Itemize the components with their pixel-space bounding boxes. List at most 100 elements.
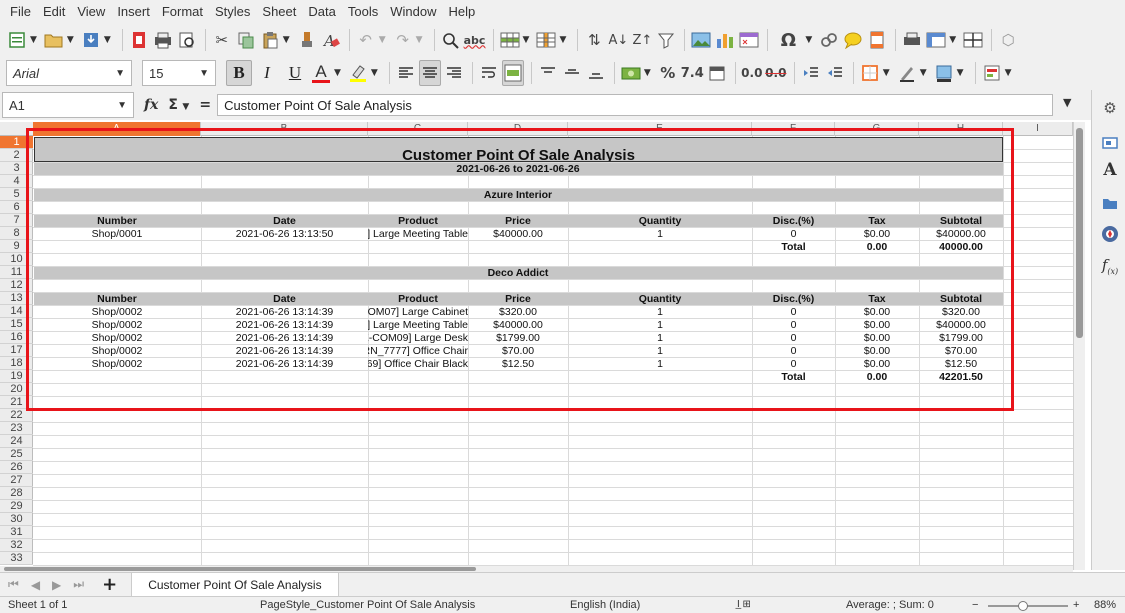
add-decimal-place-button[interactable]: 0.0 — [741, 60, 763, 86]
table-cell[interactable]: 2021-06-26 13:13:50 — [201, 228, 368, 241]
hyperlink-icon[interactable] — [818, 27, 840, 53]
row-header-4[interactable]: 4 — [0, 175, 33, 188]
align-right-icon[interactable] — [443, 60, 465, 86]
print-icon[interactable] — [152, 27, 174, 53]
functions-icon[interactable]: f(x) — [1100, 256, 1120, 276]
gallery-icon[interactable] — [1100, 193, 1120, 213]
autofilter-icon[interactable] — [655, 27, 677, 53]
column-label-subtotal[interactable]: Subtotal — [919, 293, 1003, 306]
clone-formatting-icon[interactable] — [296, 27, 318, 53]
row-header-11[interactable]: 11 — [0, 266, 33, 279]
paste-dropdown-icon[interactable]: ▼ — [283, 35, 290, 45]
freeze-rows-columns-icon[interactable] — [925, 27, 947, 53]
table-cell[interactable]: $0.00 — [835, 306, 919, 319]
row-header-14[interactable]: 14 — [0, 305, 33, 318]
border-style-dropdown-icon[interactable]: ▼ — [920, 68, 927, 78]
column-header-g[interactable]: G — [835, 122, 919, 136]
name-box[interactable]: A1 ▼ — [2, 92, 134, 118]
date-format-icon[interactable] — [706, 60, 728, 86]
merge-center-icon[interactable] — [501, 60, 524, 86]
font-color-icon[interactable]: A — [310, 60, 332, 86]
row-header-32[interactable]: 32 — [0, 539, 33, 552]
headers-footers-icon[interactable] — [866, 27, 888, 53]
show-draw-functions-icon[interactable]: ⬡ — [997, 27, 1019, 53]
table-cell[interactable]: $0.00 — [835, 228, 919, 241]
column-header-f[interactable]: F — [752, 122, 835, 136]
underline-button[interactable]: U — [282, 60, 308, 86]
styles-icon[interactable]: A — [1100, 160, 1120, 180]
new-document-icon[interactable] — [6, 27, 28, 53]
column-header-b[interactable]: B — [201, 122, 368, 136]
table-cell[interactable]: [FURN_6741] Large Meeting Table — [368, 228, 468, 241]
total-label[interactable]: Total — [752, 371, 835, 384]
menu-sheet[interactable]: Sheet — [256, 0, 302, 24]
table-cell[interactable]: 1 — [568, 319, 752, 332]
special-character-icon[interactable]: Ω — [773, 27, 803, 53]
page-icon[interactable] — [1100, 133, 1120, 153]
table-cell[interactable]: 2021-06-26 13:14:39 — [201, 358, 368, 371]
expand-formula-icon[interactable]: ▼ — [1063, 96, 1071, 109]
column-label-disc[interactable]: Disc.(%) — [752, 215, 835, 228]
table-cell[interactable]: 2021-06-26 13:14:39 — [201, 319, 368, 332]
formula-equals-icon[interactable]: = — [199, 97, 211, 113]
table-cell[interactable]: $0.00 — [835, 345, 919, 358]
table-cell[interactable]: $0.00 — [835, 332, 919, 345]
menu-tools[interactable]: Tools — [342, 0, 384, 24]
sort-descending-icon[interactable]: Z↑ — [631, 27, 653, 53]
table-cell[interactable]: $1799.00 — [919, 332, 1003, 345]
font-color-dropdown-icon[interactable]: ▼ — [334, 68, 341, 78]
column-label-quantity[interactable]: Quantity — [568, 293, 752, 306]
menu-edit[interactable]: Edit — [37, 0, 71, 24]
row-header-7[interactable]: 7 — [0, 214, 33, 227]
zoom-out-icon[interactable]: − — [972, 599, 978, 611]
conditional-format-dropdown-icon[interactable]: ▼ — [1005, 68, 1012, 78]
table-cell[interactable]: $40000.00 — [468, 228, 568, 241]
row-header-6[interactable]: 6 — [0, 201, 33, 214]
row-header-18[interactable]: 18 — [0, 357, 33, 370]
table-cell[interactable]: Shop/0002 — [33, 358, 201, 371]
column-label-tax[interactable]: Tax — [835, 293, 919, 306]
column-label-product[interactable]: Product — [368, 293, 468, 306]
table-cell[interactable]: Shop/0002 — [33, 345, 201, 358]
align-left-icon[interactable] — [395, 60, 417, 86]
redo-dropdown-icon[interactable]: ▼ — [416, 35, 423, 45]
export-pdf-icon[interactable] — [128, 27, 150, 53]
table-cell[interactable]: $12.50 — [468, 358, 568, 371]
total-label[interactable]: Total — [752, 241, 835, 254]
save-dropdown-icon[interactable]: ▼ — [104, 35, 111, 45]
column-label-product[interactable]: Product — [368, 215, 468, 228]
column-label-date[interactable]: Date — [201, 293, 368, 306]
row-header-19[interactable]: 19 — [0, 370, 33, 383]
horizontal-scroll-thumb[interactable] — [4, 567, 476, 571]
border-color-icon[interactable] — [933, 60, 955, 86]
row-header-17[interactable]: 17 — [0, 344, 33, 357]
row-header-29[interactable]: 29 — [0, 500, 33, 513]
table-cell[interactable]: $40000.00 — [468, 319, 568, 332]
row-header-8[interactable]: 8 — [0, 227, 33, 240]
menu-data[interactable]: Data — [302, 0, 341, 24]
row-header-24[interactable]: 24 — [0, 435, 33, 448]
table-cell[interactable]: 1 — [568, 228, 752, 241]
comment-icon[interactable] — [842, 27, 864, 53]
table-cell[interactable]: 0 — [752, 332, 835, 345]
table-cell[interactable]: 0 — [752, 345, 835, 358]
save-icon[interactable] — [80, 27, 102, 53]
open-dropdown-icon[interactable]: ▼ — [67, 35, 74, 45]
conditional-format-icon[interactable] — [981, 60, 1003, 86]
undo-icon[interactable]: ↶ — [355, 27, 377, 53]
table-cell[interactable]: $40000.00 — [919, 319, 1003, 332]
pivot-table-icon[interactable] — [738, 27, 760, 53]
column-label-disc[interactable]: Disc.(%) — [752, 293, 835, 306]
cut-icon[interactable]: ✂ — [211, 27, 233, 53]
align-top-icon[interactable] — [537, 60, 559, 86]
table-cell[interactable]: $70.00 — [468, 345, 568, 358]
table-cell[interactable]: 2021-06-26 13:14:39 — [201, 345, 368, 358]
menu-window[interactable]: Window — [384, 0, 442, 24]
italic-button[interactable]: I — [254, 60, 280, 86]
align-bottom-icon[interactable] — [585, 60, 607, 86]
row-header-2[interactable]: 2 — [0, 149, 33, 162]
menu-help[interactable]: Help — [442, 0, 481, 24]
table-cell[interactable]: 1 — [568, 358, 752, 371]
add-sheet-icon[interactable]: + — [102, 574, 117, 595]
find-replace-icon[interactable] — [440, 27, 462, 53]
